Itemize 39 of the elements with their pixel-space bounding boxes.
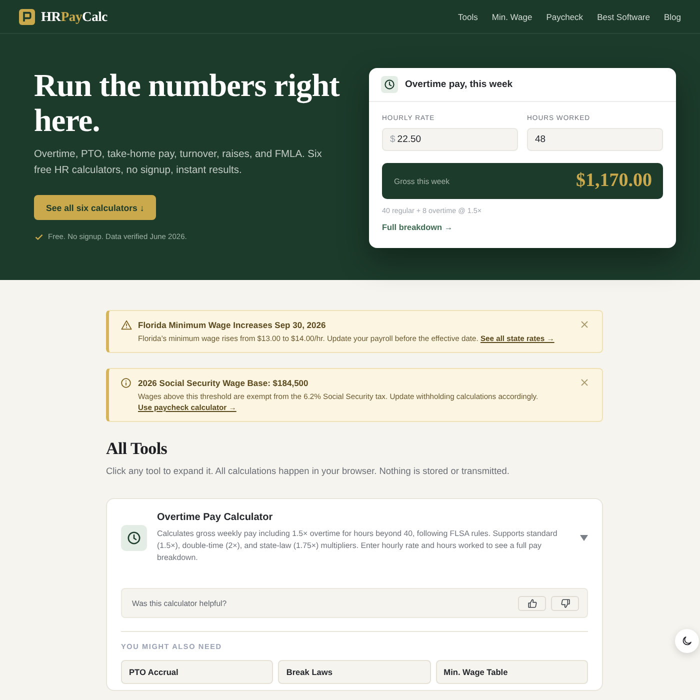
warning-icon (121, 320, 132, 330)
nav-link[interactable]: Paycheck (546, 12, 584, 22)
moon-icon (682, 636, 692, 646)
card-title: Overtime pay, this week (405, 79, 513, 90)
alert-title: 2026 Social Security Wage Base: $184,500 (138, 377, 310, 389)
close-icon (581, 379, 588, 386)
thumbs-up-icon (528, 598, 536, 608)
section-subtitle: Click any tool to expand it. All calculations happen in your browser. Nothing is stored or transmitted. (106, 465, 510, 477)
thumbs-down-icon (560, 598, 570, 608)
nav-link[interactable]: Tools (458, 12, 478, 22)
check-icon (35, 234, 43, 240)
see-calculators-button[interactable]: See all six calculators ↓ (34, 195, 156, 220)
thumbs-up-button[interactable] (518, 596, 546, 610)
hero-subtitle: Overtime, PTO, take-home pay, turnover, raises, and FMLA. Six free HR calculators, no signup, instant results. (34, 148, 323, 178)
caret-icon[interactable] (580, 534, 588, 540)
clock-icon (381, 76, 398, 93)
close-button[interactable] (581, 321, 588, 328)
result-value: $1,170.00 (576, 170, 652, 192)
section-title: All Tools (106, 439, 168, 459)
nav-link[interactable]: Best Software (597, 12, 650, 22)
logo-icon[interactable] (19, 8, 35, 24)
nav-link[interactable]: Min. Wage (492, 12, 532, 22)
info-icon (121, 378, 131, 388)
tool-title[interactable]: Overtime Pay Calculator (157, 511, 570, 525)
related-tool-button[interactable]: Break Laws (278, 660, 431, 684)
theme-toggle-button[interactable] (675, 629, 699, 653)
alert-title: Florida Minimum Wage Increases Sep 30, 2026 (138, 319, 327, 331)
close-icon (581, 321, 588, 328)
input-field[interactable]: 48 (527, 128, 663, 151)
breakdown-link[interactable]: Full breakdown → (382, 222, 453, 233)
clock-icon (121, 524, 147, 550)
related-tool-button[interactable]: Min. Wage Table (436, 660, 588, 684)
nav-link[interactable]: Blog (664, 12, 681, 22)
hero-title: Run the numbers right here. (34, 68, 341, 138)
input-field[interactable]: $ 22.50 (382, 128, 518, 151)
logo-wordmark[interactable]: HRPayCalc (41, 8, 108, 24)
related-tool-button[interactable]: PTO Accrual (121, 660, 274, 684)
thumbs-down-button[interactable] (551, 596, 579, 610)
close-button[interactable] (581, 379, 588, 386)
